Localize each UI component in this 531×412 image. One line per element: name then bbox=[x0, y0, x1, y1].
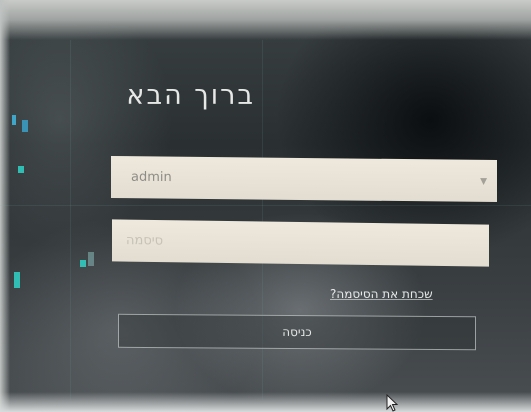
decorative-mark bbox=[12, 115, 16, 125]
chevron-down-icon[interactable]: ▼ bbox=[480, 177, 487, 187]
mouse-pointer-icon bbox=[386, 394, 399, 412]
login-button[interactable]: כניסה bbox=[118, 313, 476, 351]
decorative-mark bbox=[14, 272, 20, 288]
background-grid-line bbox=[70, 40, 71, 400]
screen-glare-left bbox=[0, 0, 10, 412]
password-placeholder: סיסמה bbox=[126, 233, 164, 249]
login-screen: ברוך הבא admin ▼ סיסמה שכחת את הסיסמה? כ… bbox=[0, 0, 531, 412]
welcome-title: ברוך הבא bbox=[126, 80, 255, 111]
decorative-mark bbox=[88, 252, 94, 266]
username-field[interactable]: admin ▼ bbox=[111, 155, 497, 203]
decorative-mark bbox=[18, 166, 24, 173]
username-value: admin bbox=[131, 169, 172, 186]
forgot-password-link[interactable]: שכחת את הסיסמה? bbox=[330, 287, 480, 301]
screen-glare-bottom bbox=[0, 392, 531, 412]
screen-glare-top bbox=[0, 0, 531, 40]
background-grid-line bbox=[0, 205, 531, 206]
password-field[interactable]: סיסמה bbox=[112, 219, 489, 267]
decorative-mark bbox=[22, 120, 28, 132]
decorative-mark bbox=[80, 260, 86, 267]
